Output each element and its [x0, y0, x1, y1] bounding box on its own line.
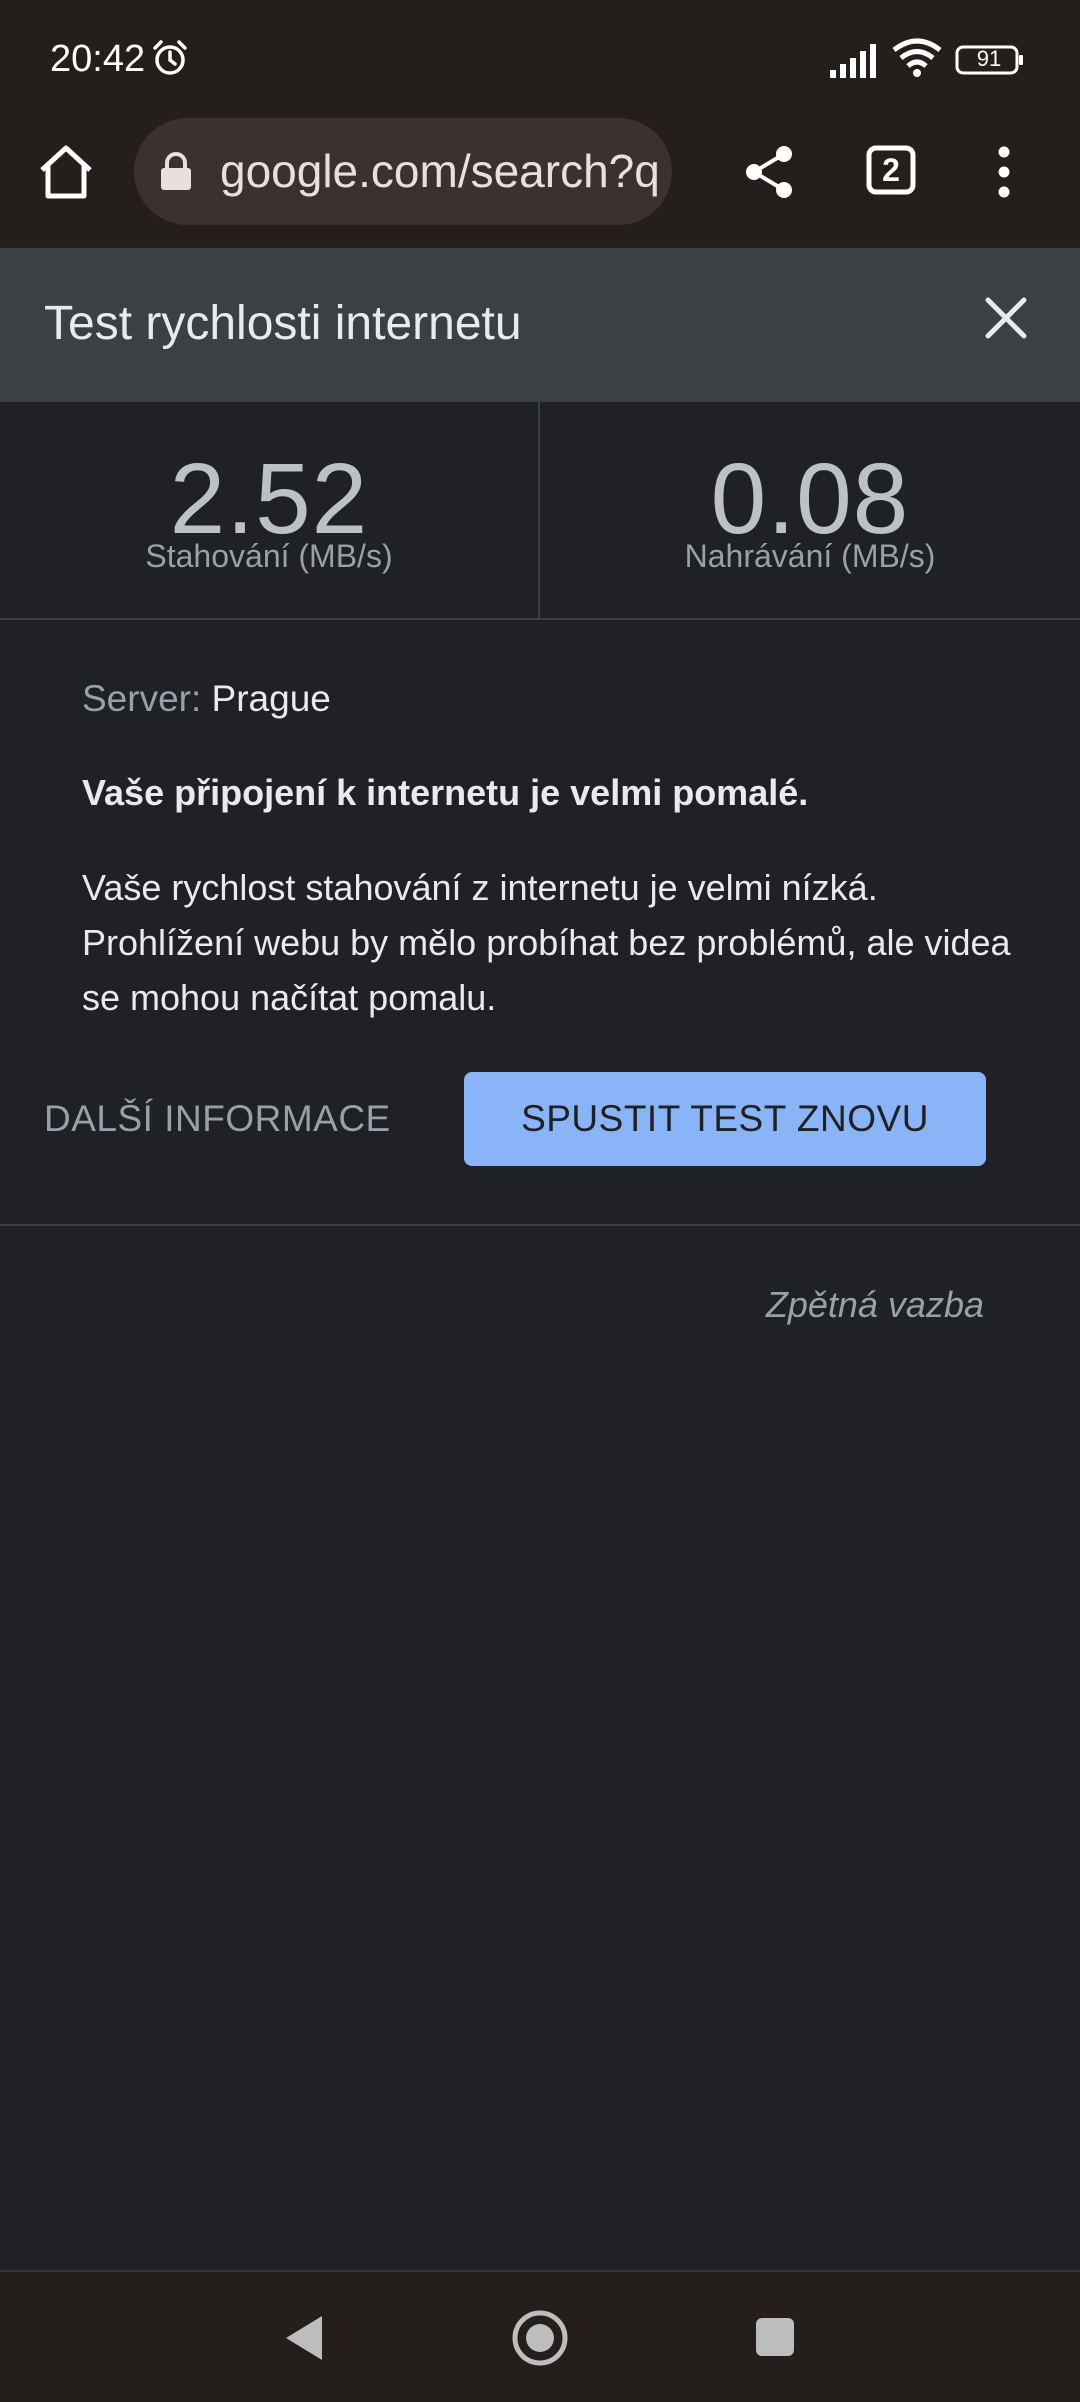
speed-description: Vaše rychlost stahování z internetu je v…: [82, 867, 1011, 1018]
dialog-title: Test rychlosti internetu: [44, 297, 522, 350]
alarm-icon: [153, 40, 187, 75]
dialog-header: Test rychlosti internetu: [0, 248, 1080, 402]
url-bar[interactable]: google.com/search?q: [134, 118, 672, 225]
download-result: 2.52 Stahování (MB/s): [0, 402, 540, 618]
feedback-link[interactable]: Zpětná vazba: [700, 1284, 984, 1326]
more-vert-icon[interactable]: [986, 144, 1022, 200]
server-label: Server:: [82, 678, 212, 719]
status-bar: 20:42 91: [0, 0, 1080, 118]
back-icon[interactable]: [282, 2312, 326, 2364]
server-value: Prague: [211, 678, 331, 719]
upload-label: Nahrávání (MB/s): [684, 538, 936, 574]
url-text[interactable]: google.com/search?q: [220, 144, 660, 198]
status-time: 20:42: [50, 38, 146, 80]
home-icon[interactable]: [36, 142, 96, 202]
upload-result: 0.08 Nahrávání (MB/s): [540, 402, 1080, 618]
tab-count[interactable]: 2: [866, 148, 916, 192]
battery-level: 91: [976, 46, 1002, 71]
divider: [0, 1224, 1080, 1226]
home-circle-icon[interactable]: [510, 2308, 570, 2368]
speed-results: 2.52 Stahování (MB/s) 0.08 Nahrávání (MB…: [0, 402, 1080, 620]
signal-icon: [830, 44, 876, 78]
rerun-test-button[interactable]: SPUSTIT TEST ZNOVU: [464, 1072, 986, 1166]
share-icon[interactable]: [742, 144, 796, 200]
wifi-icon: [892, 38, 942, 77]
server-info: Server: Prague: [82, 678, 331, 720]
recents-icon[interactable]: [754, 2316, 796, 2358]
more-info-button[interactable]: DALŠÍ INFORMACE: [44, 1072, 464, 1166]
browser-toolbar: google.com/search?q 2: [0, 118, 1080, 246]
close-icon[interactable]: [978, 290, 1034, 346]
speed-headline: Vaše připojení k internetu je velmi poma…: [82, 772, 809, 813]
system-nav-bar: [0, 2270, 1080, 2402]
lock-icon: [161, 152, 191, 190]
download-label: Stahování (MB/s): [145, 538, 393, 574]
